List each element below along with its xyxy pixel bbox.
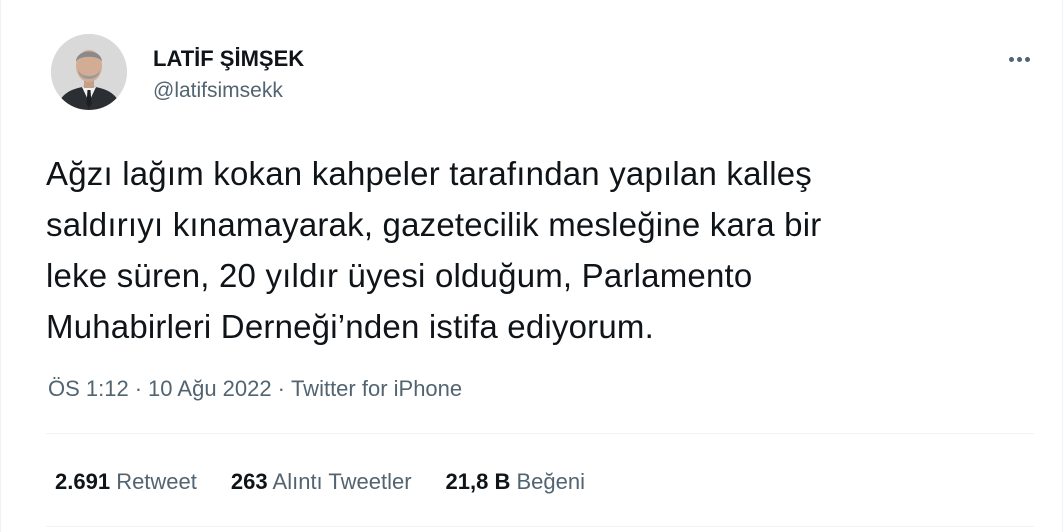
- author-handle[interactable]: @latifsimsekk: [153, 76, 304, 106]
- meta-separator: ·: [134, 376, 143, 401]
- retweet-count: 2.691: [55, 469, 111, 494]
- more-horizontal-icon: [1016, 56, 1022, 62]
- more-horizontal-icon: [1008, 56, 1014, 62]
- more-horizontal-icon: [1024, 56, 1030, 62]
- tweet-date[interactable]: 10 Ağu 2022: [148, 376, 272, 401]
- quote-tweets-count: 263: [230, 469, 268, 494]
- tweet-text-line: saldırıyı kınamayarak, gazetecilik mesle…: [46, 206, 822, 243]
- divider: [46, 433, 1034, 434]
- likes-count: 21,8 B: [445, 469, 511, 494]
- tweet-header: LATİF ŞİMŞEK @latifsimsekk: [51, 34, 304, 110]
- likes-label: Beğeni: [516, 469, 585, 494]
- profile-photo-icon: [51, 34, 127, 110]
- avatar[interactable]: [51, 34, 127, 110]
- quote-tweets-label: Alıntı Tweetler: [272, 469, 412, 494]
- tweet-source[interactable]: Twitter for iPhone: [291, 376, 462, 401]
- more-options-button[interactable]: [1004, 44, 1034, 74]
- tweet-meta: ÖS 1:12 · 10 Ağu 2022 · Twitter for iPhone: [48, 374, 462, 404]
- tweet-text-line: Ağzı lağım kokan kahpeler tarafından yap…: [46, 155, 812, 192]
- divider: [46, 526, 1034, 527]
- retweet-label: Retweet: [116, 469, 197, 494]
- author-display-name[interactable]: LATİF ŞİMŞEK: [153, 44, 304, 74]
- meta-separator: ·: [277, 376, 285, 401]
- tweet-text-line: Muhabirleri Derneği’nden istifa ediyorum…: [46, 308, 654, 345]
- quote-tweets-stat[interactable]: 263 Alıntı Tweetler: [231, 467, 412, 497]
- tweet-card: LATİF ŞİMŞEK @latifsimsekk Ağzı lağım ko…: [0, 0, 1063, 532]
- tweet-text-line: leke süren, 20 yıldır üyesi olduğum, Par…: [46, 257, 753, 294]
- likes-stat[interactable]: 21,8 B Beğeni: [446, 467, 585, 497]
- tweet-stats: 2.691 Retweet 263 Alıntı Tweetler 21,8 B…: [55, 467, 619, 497]
- tweet-text: Ağzı lağım kokan kahpeler tarafından yap…: [46, 148, 1036, 352]
- tweet-time[interactable]: ÖS 1:12: [48, 376, 129, 401]
- retweet-stat[interactable]: 2.691 Retweet: [55, 467, 197, 497]
- author-names: LATİF ŞİMŞEK @latifsimsekk: [153, 44, 304, 106]
